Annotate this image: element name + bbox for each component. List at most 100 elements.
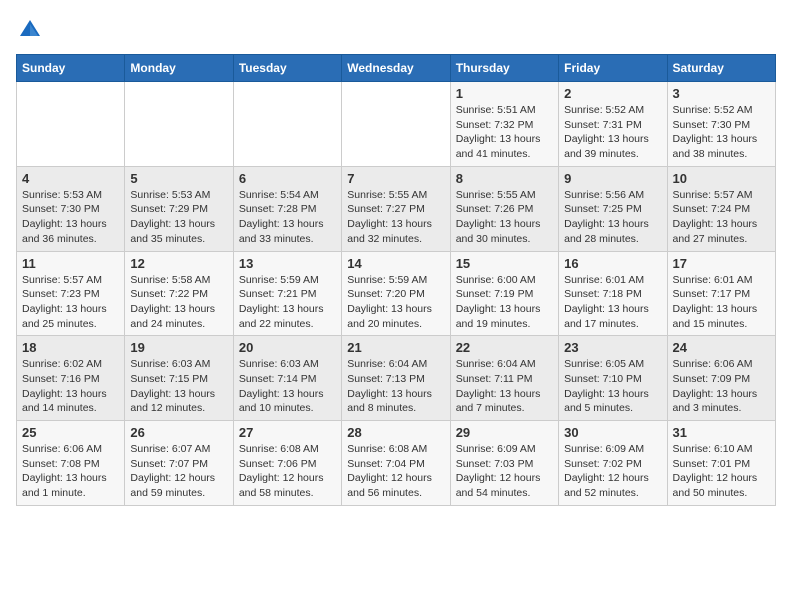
day-number: 15 <box>456 256 553 271</box>
logo <box>16 16 48 44</box>
calendar-cell: 20 Sunrise: 6:03 AM Sunset: 7:14 PM Dayli… <box>233 336 341 421</box>
day-content: Sunrise: 6:08 AM Sunset: 7:06 PM Dayligh… <box>239 442 336 501</box>
calendar-cell: 6 Sunrise: 5:54 AM Sunset: 7:28 PM Daylig… <box>233 166 341 251</box>
day-content: Sunrise: 5:57 AM Sunset: 7:24 PM Dayligh… <box>673 188 770 247</box>
calendar-table: SundayMondayTuesdayWednesdayThursdayFrid… <box>16 54 776 506</box>
calendar-week-4: 18 Sunrise: 6:02 AM Sunset: 7:16 PM Dayli… <box>17 336 776 421</box>
day-content: Sunrise: 6:07 AM Sunset: 7:07 PM Dayligh… <box>130 442 227 501</box>
calendar-cell: 7Sunrise: 5:55 AM Sunset: 7:27 PM Daylig… <box>342 166 450 251</box>
day-number: 11 <box>22 256 119 271</box>
weekday-header-sunday: Sunday <box>17 55 125 82</box>
calendar-cell: 19Sunrise: 6:03 AM Sunset: 7:15 PM Dayli… <box>125 336 233 421</box>
day-number: 27 <box>239 425 336 440</box>
day-number: 30 <box>564 425 661 440</box>
day-content: Sunrise: 5:56 AM Sunset: 7:25 PM Dayligh… <box>564 188 661 247</box>
calendar-cell: 11 Sunrise: 5:57 AM Sunset: 7:23 PM Dayli… <box>17 251 125 336</box>
day-number: 10 <box>673 171 770 186</box>
day-number: 13 <box>239 256 336 271</box>
day-content: Sunrise: 6:00 AM Sunset: 7:19 PM Dayligh… <box>456 273 553 332</box>
day-content: Sunrise: 6:01 AM Sunset: 7:17 PM Dayligh… <box>673 273 770 332</box>
day-number: 20 <box>239 340 336 355</box>
day-number: 12 <box>130 256 227 271</box>
calendar-cell: 27 Sunrise: 6:08 AM Sunset: 7:06 PM Dayli… <box>233 421 341 506</box>
weekday-header-saturday: Saturday <box>667 55 775 82</box>
day-number: 21 <box>347 340 444 355</box>
day-content: Sunrise: 5:55 AM Sunset: 7:26 PM Dayligh… <box>456 188 553 247</box>
day-number: 18 <box>22 340 119 355</box>
day-number: 24 <box>673 340 770 355</box>
day-content: Sunrise: 6:06 AM Sunset: 7:08 PM Dayligh… <box>22 442 119 501</box>
day-number: 25 <box>22 425 119 440</box>
calendar-cell <box>233 82 341 167</box>
day-content: Sunrise: 5:52 AM Sunset: 7:31 PM Dayligh… <box>564 103 661 162</box>
day-content: Sunrise: 6:09 AM Sunset: 7:03 PM Dayligh… <box>456 442 553 501</box>
day-content: Sunrise: 6:04 AM Sunset: 7:11 PM Dayligh… <box>456 357 553 416</box>
calendar-cell: 26 Sunrise: 6:07 AM Sunset: 7:07 PM Dayli… <box>125 421 233 506</box>
calendar-cell: 8 Sunrise: 5:55 AM Sunset: 7:26 PM Daylig… <box>450 166 558 251</box>
calendar-cell: 5 Sunrise: 5:53 AM Sunset: 7:29 PM Daylig… <box>125 166 233 251</box>
calendar-cell: 18 Sunrise: 6:02 AM Sunset: 7:16 PM Dayli… <box>17 336 125 421</box>
calendar-week-2: 4 Sunrise: 5:53 AM Sunset: 7:30 PM Daylig… <box>17 166 776 251</box>
calendar-cell <box>125 82 233 167</box>
day-number: 17 <box>673 256 770 271</box>
calendar-cell: 25 Sunrise: 6:06 AM Sunset: 7:08 PM Dayli… <box>17 421 125 506</box>
day-number: 23 <box>564 340 661 355</box>
day-content: Sunrise: 5:59 AM Sunset: 7:21 PM Dayligh… <box>239 273 336 332</box>
day-number: 22 <box>456 340 553 355</box>
day-content: Sunrise: 6:08 AM Sunset: 7:04 PM Dayligh… <box>347 442 444 501</box>
calendar-cell: 15 Sunrise: 6:00 AM Sunset: 7:19 PM Dayli… <box>450 251 558 336</box>
weekday-header-tuesday: Tuesday <box>233 55 341 82</box>
day-content: Sunrise: 6:01 AM Sunset: 7:18 PM Dayligh… <box>564 273 661 332</box>
day-number: 2 <box>564 86 661 101</box>
calendar-cell: 23 Sunrise: 6:05 AM Sunset: 7:10 PM Dayli… <box>559 336 667 421</box>
day-content: Sunrise: 6:02 AM Sunset: 7:16 PM Dayligh… <box>22 357 119 416</box>
day-number: 6 <box>239 171 336 186</box>
calendar-cell: 24 Sunrise: 6:06 AM Sunset: 7:09 PM Dayli… <box>667 336 775 421</box>
day-number: 14 <box>347 256 444 271</box>
day-content: Sunrise: 6:04 AM Sunset: 7:13 PM Dayligh… <box>347 357 444 416</box>
day-number: 4 <box>22 171 119 186</box>
day-number: 26 <box>130 425 227 440</box>
calendar-cell: 2 Sunrise: 5:52 AM Sunset: 7:31 PM Daylig… <box>559 82 667 167</box>
weekday-header-thursday: Thursday <box>450 55 558 82</box>
day-content: Sunrise: 5:58 AM Sunset: 7:22 PM Dayligh… <box>130 273 227 332</box>
day-content: Sunrise: 6:06 AM Sunset: 7:09 PM Dayligh… <box>673 357 770 416</box>
calendar-cell: 1Sunrise: 5:51 AM Sunset: 7:32 PM Daylig… <box>450 82 558 167</box>
calendar-cell: 16 Sunrise: 6:01 AM Sunset: 7:18 PM Dayli… <box>559 251 667 336</box>
day-number: 8 <box>456 171 553 186</box>
day-number: 16 <box>564 256 661 271</box>
calendar-cell: 21 Sunrise: 6:04 AM Sunset: 7:13 PM Dayli… <box>342 336 450 421</box>
calendar-week-3: 11 Sunrise: 5:57 AM Sunset: 7:23 PM Dayli… <box>17 251 776 336</box>
calendar-cell: 10 Sunrise: 5:57 AM Sunset: 7:24 PM Dayli… <box>667 166 775 251</box>
day-content: Sunrise: 6:03 AM Sunset: 7:14 PM Dayligh… <box>239 357 336 416</box>
calendar-cell: 12 Sunrise: 5:58 AM Sunset: 7:22 PM Dayli… <box>125 251 233 336</box>
day-content: Sunrise: 5:54 AM Sunset: 7:28 PM Dayligh… <box>239 188 336 247</box>
day-number: 9 <box>564 171 661 186</box>
day-content: Sunrise: 5:53 AM Sunset: 7:29 PM Dayligh… <box>130 188 227 247</box>
calendar-cell: 31Sunrise: 6:10 AM Sunset: 7:01 PM Dayli… <box>667 421 775 506</box>
day-number: 3 <box>673 86 770 101</box>
weekday-header-friday: Friday <box>559 55 667 82</box>
calendar-cell <box>342 82 450 167</box>
day-number: 31 <box>673 425 770 440</box>
day-content: Sunrise: 5:52 AM Sunset: 7:30 PM Dayligh… <box>673 103 770 162</box>
calendar-cell: 29 Sunrise: 6:09 AM Sunset: 7:03 PM Dayli… <box>450 421 558 506</box>
weekday-header-row: SundayMondayTuesdayWednesdayThursdayFrid… <box>17 55 776 82</box>
day-number: 19 <box>130 340 227 355</box>
calendar-cell: 28 Sunrise: 6:08 AM Sunset: 7:04 PM Dayli… <box>342 421 450 506</box>
calendar-cell: 13 Sunrise: 5:59 AM Sunset: 7:21 PM Dayli… <box>233 251 341 336</box>
calendar-cell: 9 Sunrise: 5:56 AM Sunset: 7:25 PM Daylig… <box>559 166 667 251</box>
calendar-week-5: 25 Sunrise: 6:06 AM Sunset: 7:08 PM Dayli… <box>17 421 776 506</box>
day-number: 5 <box>130 171 227 186</box>
day-content: Sunrise: 5:57 AM Sunset: 7:23 PM Dayligh… <box>22 273 119 332</box>
page-header <box>16 16 776 44</box>
day-number: 7 <box>347 171 444 186</box>
day-number: 28 <box>347 425 444 440</box>
weekday-header-monday: Monday <box>125 55 233 82</box>
calendar-cell: 3 Sunrise: 5:52 AM Sunset: 7:30 PM Daylig… <box>667 82 775 167</box>
day-number: 29 <box>456 425 553 440</box>
day-number: 1 <box>456 86 553 101</box>
day-content: Sunrise: 6:05 AM Sunset: 7:10 PM Dayligh… <box>564 357 661 416</box>
calendar-cell: 14Sunrise: 5:59 AM Sunset: 7:20 PM Dayli… <box>342 251 450 336</box>
day-content: Sunrise: 5:53 AM Sunset: 7:30 PM Dayligh… <box>22 188 119 247</box>
